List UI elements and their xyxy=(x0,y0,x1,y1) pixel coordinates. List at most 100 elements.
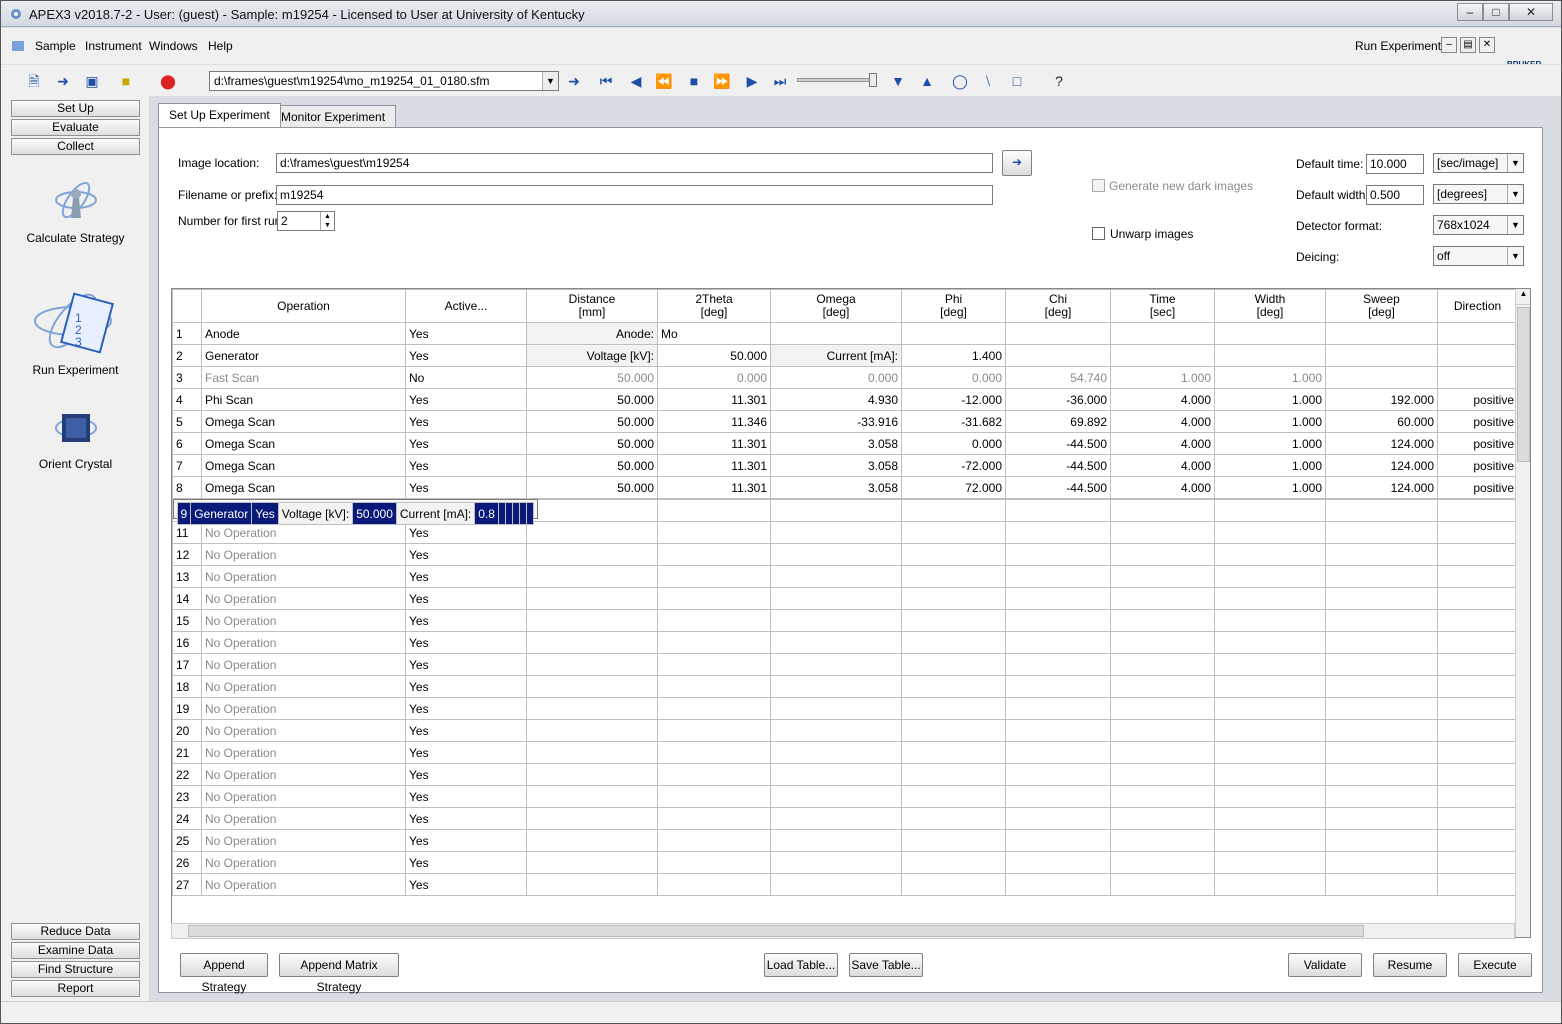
table-cell[interactable] xyxy=(770,851,902,874)
table-cell[interactable]: 50.000 xyxy=(526,388,658,411)
table-row[interactable]: 9 Generator Yes Voltage [kV]: 50.000 Current … xyxy=(172,499,538,525)
circle-tool-icon[interactable]: ◯ xyxy=(951,72,969,90)
table-cell[interactable] xyxy=(497,502,506,525)
slider-thumb[interactable] xyxy=(869,73,877,87)
table-cell[interactable]: 4.000 xyxy=(1110,432,1215,455)
table-cell[interactable] xyxy=(1437,785,1518,808)
filename-input[interactable]: m19254 xyxy=(276,185,993,205)
table-cell[interactable]: Yes xyxy=(405,565,527,588)
table-cell[interactable]: No xyxy=(405,366,527,389)
table-cell[interactable]: No Operation xyxy=(201,609,406,632)
nav-examine-data-button[interactable]: Examine Data xyxy=(11,942,140,959)
table-row[interactable]: 2 Generator Yes Voltage [kV]: 50.000 Current … xyxy=(172,344,1518,367)
table-cell[interactable] xyxy=(1214,807,1326,830)
table-cell[interactable]: 50.000 xyxy=(526,432,658,455)
table-cell[interactable] xyxy=(770,565,902,588)
table-cell[interactable] xyxy=(770,719,902,742)
table-cell[interactable] xyxy=(1325,763,1438,786)
table-cell[interactable]: Yes xyxy=(405,609,527,632)
stop-icon[interactable]: ⬤ xyxy=(159,72,177,90)
table-cell[interactable] xyxy=(504,502,513,525)
table-cell[interactable] xyxy=(770,873,902,896)
table-cell[interactable] xyxy=(1437,829,1518,852)
table-cell[interactable] xyxy=(1437,499,1518,522)
table-cell[interactable] xyxy=(1325,675,1438,698)
close-button[interactable]: ✕ xyxy=(1509,3,1553,21)
table-cell[interactable] xyxy=(901,851,1006,874)
table-cell[interactable]: Mo xyxy=(657,322,771,345)
table-cell[interactable] xyxy=(770,785,902,808)
table-cell[interactable] xyxy=(901,785,1006,808)
table-cell[interactable] xyxy=(1005,609,1111,632)
append-matrix-strategy-button[interactable]: Append Matrix Strategy xyxy=(279,953,399,994)
table-cell[interactable] xyxy=(901,609,1006,632)
table-cell[interactable]: 1.000 xyxy=(1214,410,1326,433)
table-cell[interactable]: Yes xyxy=(405,322,527,345)
previous-frame-icon[interactable]: ◀ xyxy=(627,72,645,90)
table-row[interactable]: 22 No Operation Yes xyxy=(172,763,1518,786)
table-cell[interactable] xyxy=(657,763,771,786)
table-cell[interactable] xyxy=(1325,697,1438,720)
table-cell[interactable] xyxy=(1005,851,1111,874)
table-cell[interactable]: No Operation xyxy=(201,829,406,852)
vertical-scroll-thumb[interactable] xyxy=(1517,307,1530,462)
table-cell[interactable] xyxy=(1325,587,1438,610)
table-cell[interactable] xyxy=(1110,609,1215,632)
table-cell[interactable] xyxy=(526,741,658,764)
table-cell[interactable] xyxy=(525,502,534,525)
table-cell[interactable] xyxy=(1437,653,1518,676)
default-width-input[interactable]: 0.500 xyxy=(1366,185,1424,205)
column-header[interactable]: Chi [deg] xyxy=(1005,289,1111,323)
column-header[interactable]: Omega [deg] xyxy=(770,289,902,323)
column-header[interactable]: Width [deg] xyxy=(1214,289,1326,323)
table-cell[interactable] xyxy=(526,499,658,522)
table-cell[interactable] xyxy=(1214,499,1326,522)
first-run-stepper[interactable]: 2 ▲ ▼ xyxy=(277,211,335,231)
table-cell[interactable] xyxy=(1110,763,1215,786)
table-cell[interactable] xyxy=(1437,873,1518,896)
table-cell[interactable] xyxy=(770,521,902,544)
table-cell[interactable] xyxy=(1214,587,1326,610)
table-row[interactable]: 1 Anode Yes Anode: Mo xyxy=(172,322,1518,345)
table-cell[interactable] xyxy=(1325,719,1438,742)
rewind-icon[interactable]: ⏪ xyxy=(655,72,673,90)
mdi-close-button[interactable]: ✕ xyxy=(1479,37,1495,53)
table-cell[interactable] xyxy=(901,521,1006,544)
table-cell[interactable]: Yes xyxy=(405,697,527,720)
table-cell[interactable]: 50.000 xyxy=(526,410,658,433)
table-cell[interactable]: Omega Scan xyxy=(201,410,406,433)
table-row[interactable]: 13 No Operation Yes xyxy=(172,565,1518,588)
table-cell[interactable]: 3.058 xyxy=(770,432,902,455)
table-cell[interactable] xyxy=(1110,653,1215,676)
table-cell[interactable]: Omega Scan xyxy=(201,432,406,455)
table-cell[interactable] xyxy=(1005,741,1111,764)
resume-button[interactable]: Resume xyxy=(1373,953,1447,977)
table-cell[interactable]: 124.000 xyxy=(1325,454,1438,477)
table-cell[interactable]: -12.000 xyxy=(901,388,1006,411)
table-cell[interactable]: 4.000 xyxy=(1110,476,1215,499)
table-cell[interactable] xyxy=(657,719,771,742)
table-cell[interactable] xyxy=(1005,873,1111,896)
table-cell[interactable] xyxy=(901,587,1006,610)
table-cell[interactable]: Generator xyxy=(190,502,253,525)
table-cell[interactable]: 11.301 xyxy=(657,432,771,455)
table-cell[interactable] xyxy=(1005,697,1111,720)
table-row[interactable]: 27 No Operation Yes xyxy=(172,873,1518,896)
chevron-down-icon[interactable]: ▼ xyxy=(1507,247,1523,265)
table-cell[interactable]: positive xyxy=(1437,388,1518,411)
table-cell[interactable]: Yes xyxy=(405,344,527,367)
frame-path-select[interactable]: d:\frames\guest\m19254\mo_m19254_01_0180… xyxy=(209,71,559,91)
table-cell[interactable]: Yes xyxy=(405,851,527,874)
playback-speed-slider[interactable] xyxy=(797,73,879,91)
table-cell[interactable] xyxy=(901,565,1006,588)
table-cell[interactable] xyxy=(770,587,902,610)
nav-find-structure-button[interactable]: Find Structure xyxy=(11,961,140,978)
table-cell[interactable] xyxy=(770,543,902,566)
column-header[interactable]: Phi [deg] xyxy=(901,289,1006,323)
table-row[interactable]: 21 No Operation Yes xyxy=(172,741,1518,764)
table-cell[interactable] xyxy=(526,851,658,874)
table-cell[interactable]: positive xyxy=(1437,476,1518,499)
table-cell[interactable] xyxy=(657,521,771,544)
table-cell[interactable]: No Operation xyxy=(201,719,406,742)
table-cell[interactable]: 0.8 xyxy=(474,502,499,525)
